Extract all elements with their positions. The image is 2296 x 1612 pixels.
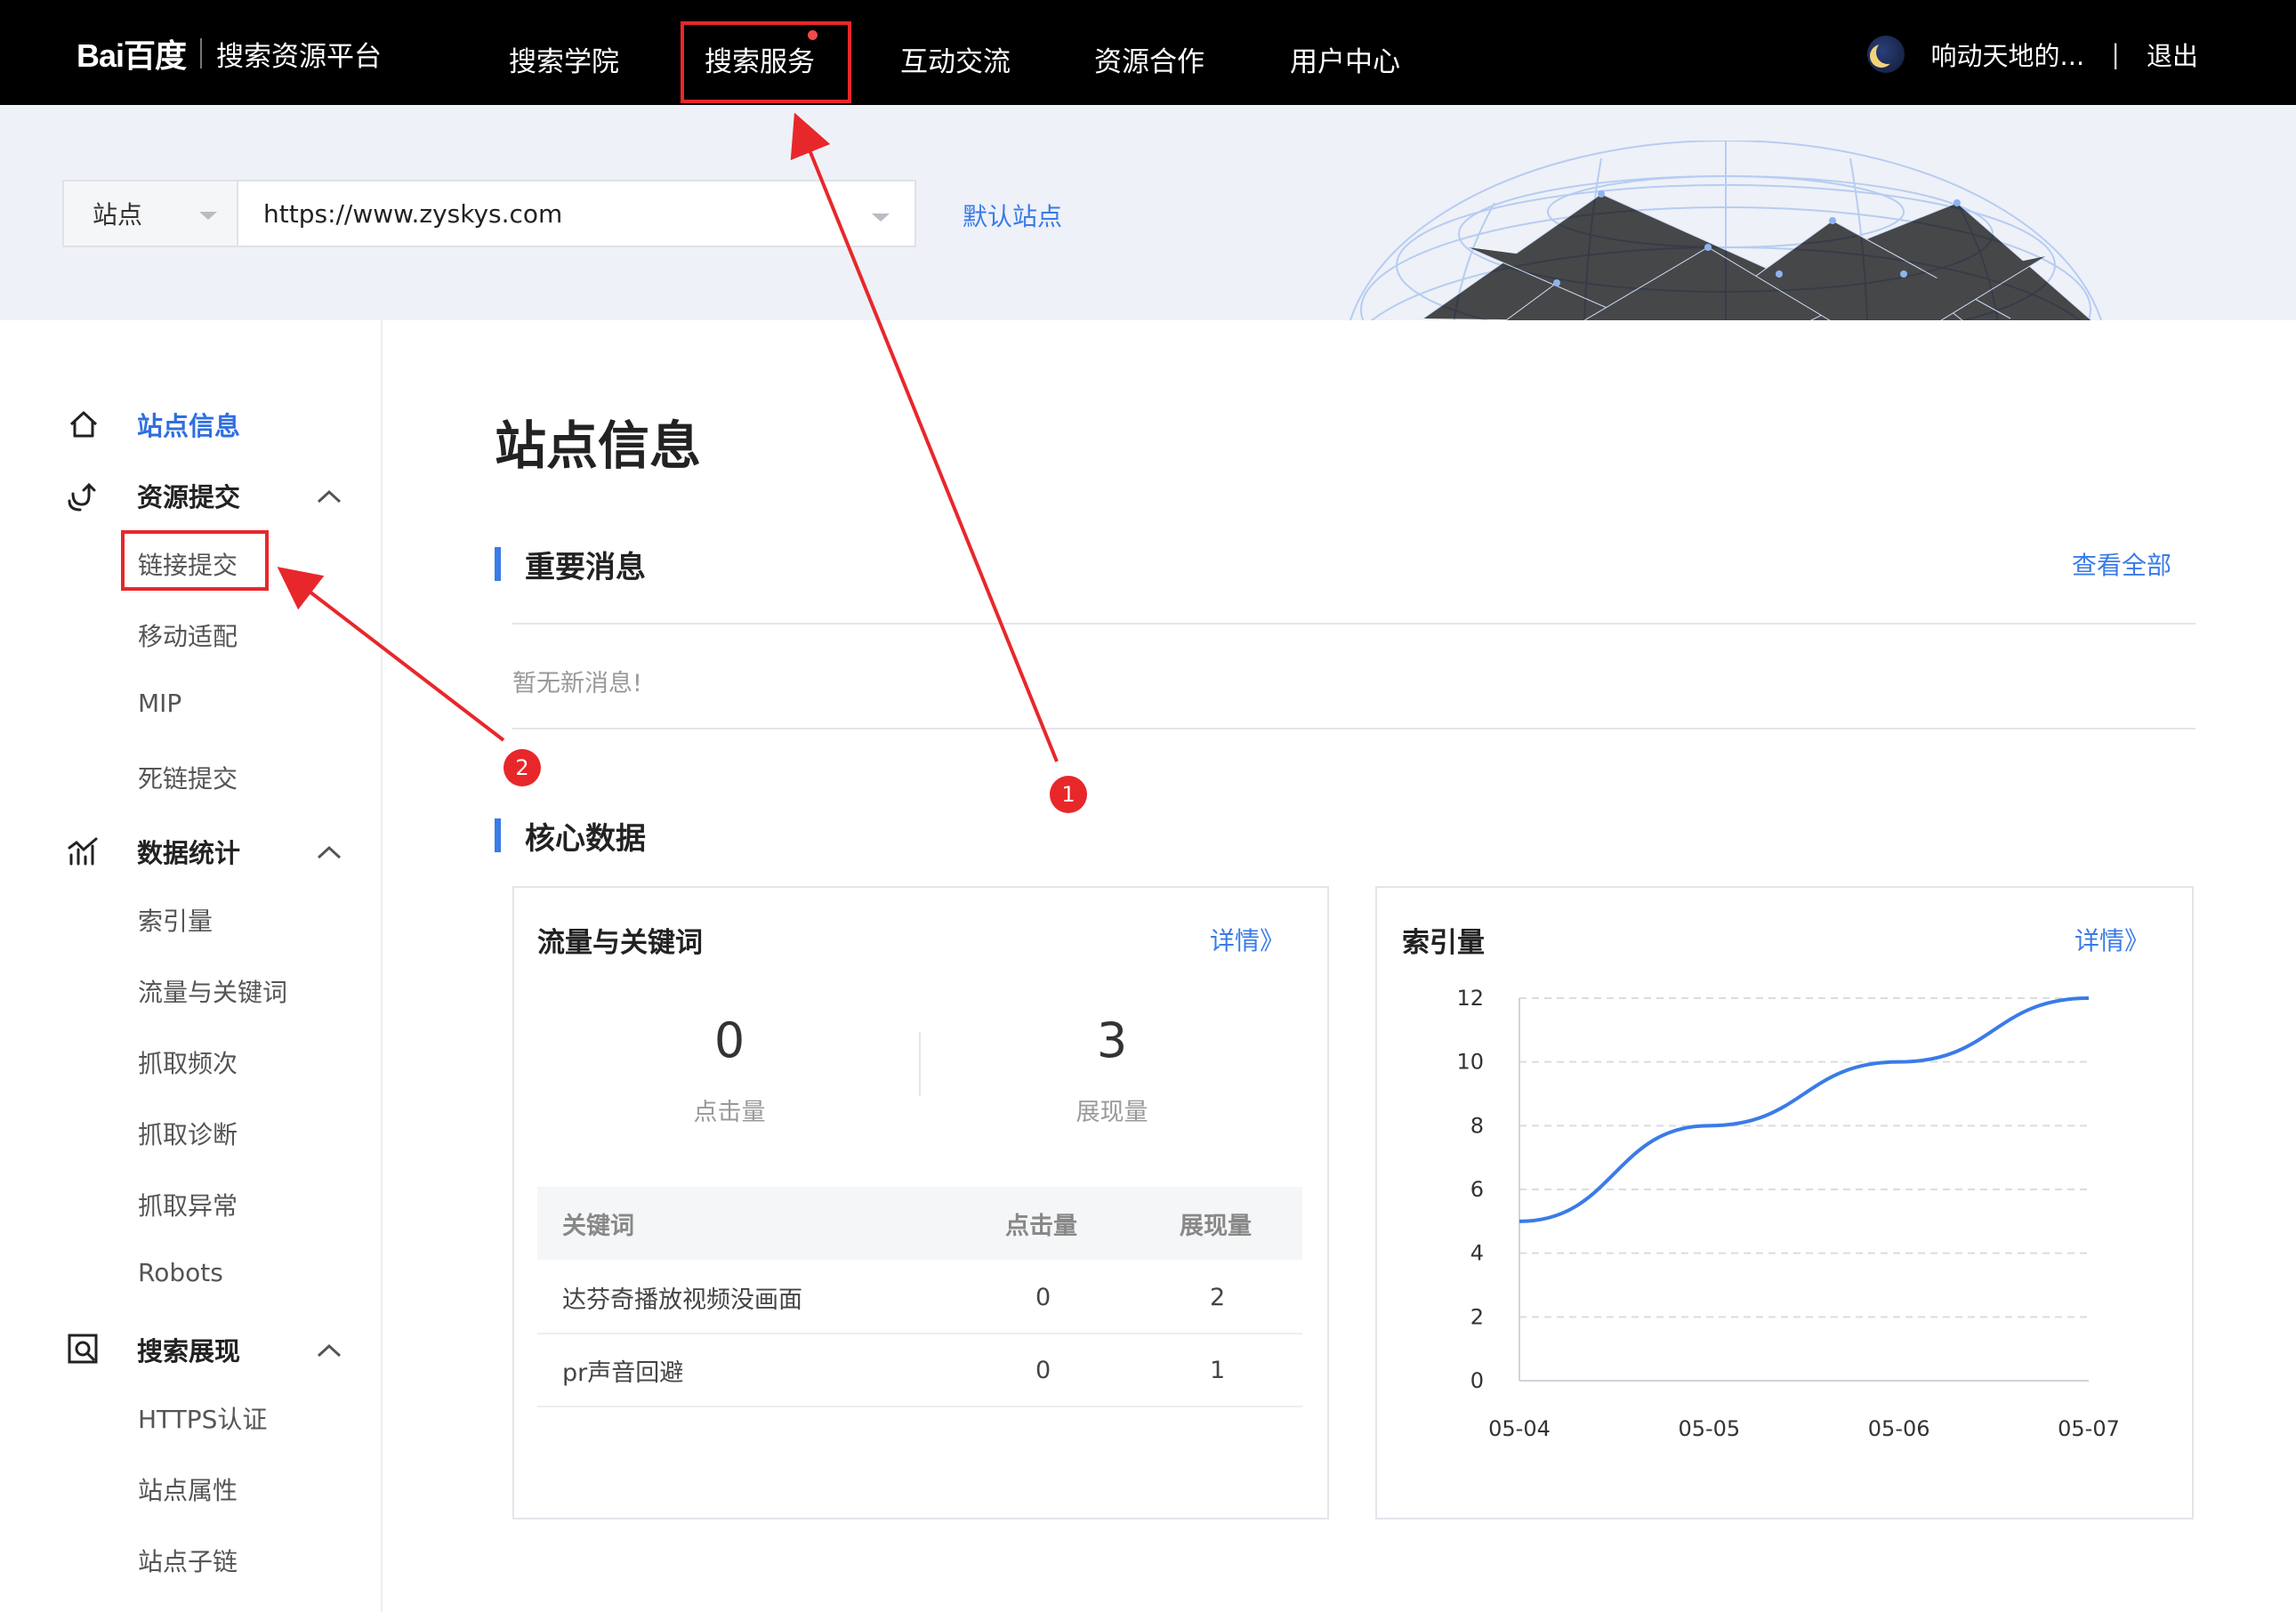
- nav-resource-cooperation[interactable]: 资源合作: [1094, 39, 1204, 79]
- core-data-title: 核心数据: [525, 821, 646, 857]
- table-row: 达芬奇播放视频没画面 0 2: [537, 1261, 1302, 1334]
- clicks-label: 点击量: [693, 1099, 766, 1126]
- view-all-link[interactable]: 查看全部: [2072, 546, 2171, 582]
- sidebar-item-robots[interactable]: Robots: [138, 1258, 223, 1287]
- important-messages-title: 重要消息: [525, 550, 646, 585]
- chevron-down-icon: [199, 212, 217, 220]
- x-tick-label: 05-06: [1868, 1416, 1930, 1441]
- impressions-value: 3: [1096, 1012, 1128, 1068]
- header-clicks[interactable]: 点击量: [1005, 1187, 1077, 1260]
- header-impressions[interactable]: 展现量: [1180, 1187, 1252, 1260]
- sidebar-item-traffic-keywords[interactable]: 流量与关键词: [138, 973, 287, 1009]
- x-tick-label: 05-04: [1488, 1416, 1551, 1441]
- table-row: pr声音回避 0 1: [537, 1334, 1302, 1407]
- x-tick-label: 05-07: [2058, 1416, 2120, 1441]
- globe-illustration: [1349, 141, 2102, 320]
- platform-name: 搜索资源平台: [216, 40, 383, 73]
- y-tick-label: 2: [1470, 1304, 1484, 1329]
- empty-message: 暂无新消息!: [512, 670, 642, 697]
- user-divider: |: [2111, 39, 2120, 69]
- sidebar-item-crawl-frequency[interactable]: 抓取频次: [138, 1044, 238, 1080]
- annotation-badge-2: 2: [504, 749, 541, 786]
- sidebar-item-site-attributes[interactable]: 站点属性: [138, 1471, 238, 1507]
- clicks-cell: 0: [1035, 1356, 1051, 1384]
- keyword-cell: pr声音回避: [562, 1358, 684, 1387]
- section-accent-bar: [495, 547, 501, 581]
- sidebar-group-data-stats[interactable]: 数据统计: [66, 833, 240, 870]
- user-avatar[interactable]: [1866, 36, 1905, 73]
- index-series-line: [1519, 996, 2090, 1223]
- baidu-logo[interactable]: Bai百度 搜索资源平台: [77, 30, 382, 77]
- header-keyword[interactable]: 关键词: [562, 1187, 634, 1260]
- site-banner: 站点 https://www.zyskys.com 默认站点: [0, 105, 2296, 320]
- clicks-cell: 0: [1035, 1283, 1051, 1311]
- chevron-down-icon: [872, 214, 890, 222]
- submit-link-icon: [68, 482, 96, 512]
- impressions-cell: 2: [1210, 1283, 1226, 1311]
- annotation-box-search-service: [681, 21, 851, 103]
- logo-divider: [200, 38, 203, 69]
- nav-user-center[interactable]: 用户中心: [1290, 39, 1400, 79]
- impressions-cell: 1: [1210, 1356, 1226, 1384]
- sidebar-group-label: 资源提交: [137, 482, 241, 512]
- page-title: 站点信息: [495, 415, 702, 476]
- sidebar-item-crawl-errors[interactable]: 抓取异常: [138, 1187, 238, 1222]
- y-tick-label: 12: [1456, 986, 1484, 1011]
- sidebar-item-sitelinks[interactable]: 站点子链: [138, 1543, 238, 1578]
- nav-interaction[interactable]: 互动交流: [900, 39, 1011, 79]
- sidebar-item-crawl-diagnosis[interactable]: 抓取诊断: [138, 1116, 238, 1151]
- user-name[interactable]: 响动天地的...: [1931, 36, 2085, 73]
- divider: [512, 623, 2195, 625]
- chart-icon: [68, 837, 98, 866]
- impressions-label: 展现量: [1075, 1099, 1148, 1126]
- divider: [512, 728, 2195, 729]
- traffic-card-title: 流量与关键词: [537, 927, 703, 959]
- y-tick-label: 4: [1470, 1241, 1484, 1266]
- baidu-logo-mark: Bai百度: [77, 30, 187, 77]
- annotation-box-link-submit: [121, 530, 269, 591]
- sidebar-item-label: 站点信息: [137, 411, 241, 441]
- keyword-table-header: 关键词 点击量 展现量: [537, 1187, 1302, 1260]
- top-navigation-bar: Bai百度 搜索资源平台 搜索学院 搜索服务 互动交流 资源合作 用户中心 响动…: [0, 0, 2296, 105]
- y-tick-label: 6: [1470, 1177, 1484, 1202]
- site-url-value: https://www.zyskys.com: [263, 198, 563, 229]
- nav-search-academy[interactable]: 搜索学院: [509, 39, 619, 79]
- chevron-up-icon[interactable]: [317, 1343, 342, 1358]
- sidebar: 站点信息 资源提交 链接提交 移动适配 MIP 死链提交 数据统计 索引量 流量…: [0, 320, 383, 1612]
- x-tick-label: 05-05: [1678, 1416, 1740, 1441]
- annotation-badge-1: 1: [1050, 776, 1087, 813]
- sidebar-item-index[interactable]: 索引量: [138, 902, 213, 938]
- y-tick-label: 8: [1470, 1113, 1484, 1138]
- user-area: 响动天地的... | 退出: [1866, 32, 2198, 77]
- sidebar-item-mip[interactable]: MIP: [138, 689, 181, 718]
- site-selector: 站点 https://www.zyskys.com: [62, 180, 916, 247]
- stat-divider: [919, 1032, 921, 1096]
- keyword-cell: 达芬奇播放视频没画面: [562, 1286, 802, 1314]
- y-tick-label: 0: [1470, 1368, 1484, 1393]
- sidebar-item-https[interactable]: HTTPS认证: [138, 1400, 267, 1436]
- logout-link[interactable]: 退出: [2147, 36, 2198, 73]
- site-type-label: 站点: [93, 200, 143, 230]
- y-tick-label: 10: [1456, 1050, 1484, 1075]
- traffic-detail-link[interactable]: 详情》: [1210, 922, 1285, 957]
- sidebar-item-dead-link[interactable]: 死链提交: [138, 760, 238, 795]
- home-icon: [69, 411, 98, 438]
- sidebar-group-search-display[interactable]: 搜索展现: [66, 1331, 240, 1368]
- site-url-dropdown[interactable]: https://www.zyskys.com: [238, 181, 914, 246]
- sidebar-group-label: 数据统计: [137, 838, 241, 868]
- search-display-icon: [68, 1334, 98, 1364]
- index-line-chart: 0 2 4 6 8 10 12 05-04 05-05 05-06 05-07: [1456, 986, 2120, 1441]
- default-site-link[interactable]: 默认站点: [963, 197, 1062, 233]
- sidebar-item-site-info[interactable]: 站点信息: [66, 406, 240, 443]
- section-accent-bar: [495, 818, 501, 852]
- sidebar-group-label: 搜索展现: [137, 1336, 241, 1366]
- chevron-up-icon[interactable]: [317, 489, 342, 504]
- site-type-dropdown[interactable]: 站点: [64, 181, 238, 246]
- chevron-up-icon[interactable]: [317, 845, 342, 859]
- clicks-value: 0: [713, 1012, 745, 1068]
- sidebar-item-mobile-adapt[interactable]: 移动适配: [138, 617, 238, 653]
- sidebar-group-resource-submit[interactable]: 资源提交: [66, 477, 240, 514]
- baidu-logo-text: Bai百度: [77, 37, 187, 74]
